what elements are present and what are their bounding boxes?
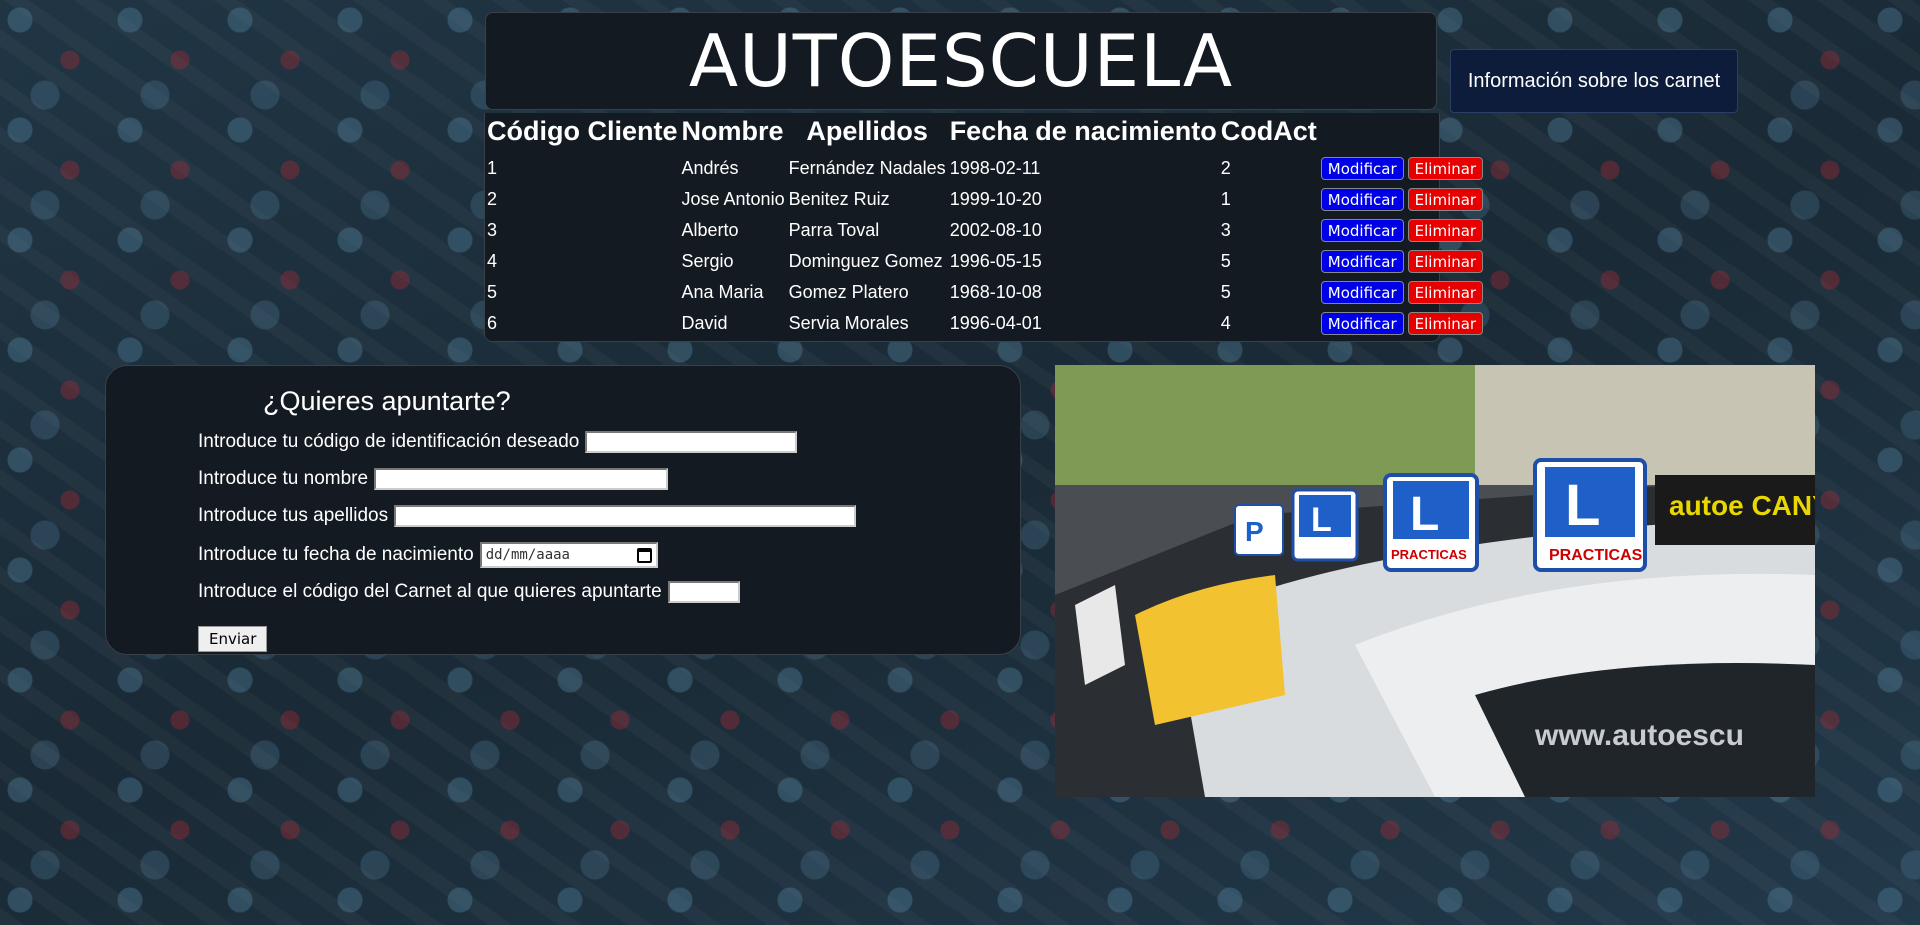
plate-letter-3: L	[1311, 501, 1332, 539]
signup-form-title: ¿Quieres apuntarte?	[263, 386, 511, 416]
cell-codact: 1	[1220, 189, 1231, 209]
column-header-apellidos: Apellidos	[806, 115, 928, 146]
cell-fecha: 1996-04-01	[949, 313, 1042, 333]
column-header-nombre: Nombre	[681, 115, 784, 146]
table-header-row: Código Cliente Nombre Apellidos Fecha de…	[485, 113, 1485, 153]
cell-actions: Modificar Eliminar	[1319, 215, 1485, 246]
cell-actions: Modificar Eliminar	[1319, 246, 1485, 277]
cell-apellidos: Benitez Ruiz	[788, 189, 890, 209]
delete-button[interactable]: Eliminar	[1407, 250, 1484, 273]
cell-codact: 3	[1220, 220, 1231, 240]
cell-fecha: 2002-08-10	[949, 220, 1042, 240]
plate-letter-2: L	[1410, 488, 1439, 541]
column-header-codact: CodAct	[1220, 115, 1317, 146]
modify-button[interactable]: Modificar	[1320, 188, 1404, 211]
submit-button[interactable]: Enviar	[198, 626, 268, 652]
cell-apellidos: Parra Toval	[788, 220, 880, 240]
driving-school-cars-photo: autoe CANYEL L PRACTICAS L PRACTICAS L P…	[1055, 365, 1815, 797]
id-input[interactable]	[585, 431, 798, 453]
cell-codact: 5	[1220, 282, 1231, 302]
cell-nombre: Andrés	[681, 158, 739, 178]
cell-codigo: 5	[487, 282, 498, 302]
cell-nombre: David	[681, 313, 728, 333]
birth-date-placeholder: dd/mm/aaaa	[485, 547, 570, 563]
plate-text-1: PRACTICAS	[1549, 547, 1643, 564]
modify-button[interactable]: Modificar	[1320, 157, 1404, 180]
modify-button[interactable]: Modificar	[1320, 219, 1404, 242]
cell-apellidos: Fernández Nadales	[788, 158, 946, 178]
clients-table-panel: Código Cliente Nombre Apellidos Fecha de…	[484, 113, 1484, 342]
plate-letter-1: L	[1565, 473, 1600, 538]
title-panel: AUTOESCUELA	[485, 12, 1437, 110]
cell-fecha: 1968-10-08	[949, 282, 1042, 302]
delete-button[interactable]: Eliminar	[1407, 312, 1484, 335]
carnet-field-row: Introduce el código del Carnet al que qu…	[198, 581, 740, 603]
column-header-fecha: Fecha de nacimiento	[949, 115, 1217, 146]
plate-text-2: PRACTICAS	[1391, 547, 1467, 562]
table-row: 4 Sergio Dominguez Gomez 1996-05-15 5 Modific…	[485, 246, 1485, 277]
cell-nombre: Jose Antonio	[681, 189, 785, 209]
id-field-row: Introduce tu código de identificación de…	[198, 431, 798, 453]
birth-field-row: Introduce tu fecha de nacimiento dd/mm/a…	[198, 542, 658, 568]
delete-button[interactable]: Eliminar	[1407, 219, 1484, 242]
cell-codigo: 1	[487, 158, 498, 178]
cell-actions: Modificar Eliminar	[1319, 308, 1485, 339]
cell-actions: Modificar Eliminar	[1319, 153, 1485, 184]
modify-button[interactable]: Modificar	[1320, 312, 1404, 335]
table-row: 2 Jose Antonio Benitez Ruiz 1999-10-20 1 Modi…	[485, 184, 1485, 215]
cars-illustration: autoe CANYEL L PRACTICAS L PRACTICAS L P…	[1055, 365, 1815, 797]
name-input[interactable]	[374, 468, 669, 490]
cell-apellidos: Gomez Platero	[788, 282, 909, 302]
cell-apellidos: Servia Morales	[788, 313, 909, 333]
table-row: 5 Ana Maria Gomez Platero 1968-10-08 5 Modifi…	[485, 277, 1485, 308]
carnet-field-label: Introduce el código del Carnet al que qu…	[198, 581, 662, 602]
carnet-input[interactable]	[667, 581, 740, 603]
cell-nombre: Sergio	[681, 251, 734, 271]
cell-codigo: 4	[487, 251, 498, 271]
column-header-codigo: Código Cliente	[487, 115, 678, 146]
cell-codigo: 2	[487, 189, 498, 209]
cell-codact: 5	[1220, 251, 1231, 271]
cell-codigo: 6	[487, 313, 498, 333]
cell-fecha: 1999-10-20	[949, 189, 1042, 209]
plate-letter-4: P	[1245, 516, 1264, 547]
name-field-label: Introduce tu nombre	[198, 468, 369, 489]
table-row: 3 Alberto Parra Toval 2002-08-10 3 Modificar E…	[485, 215, 1485, 246]
signup-form-panel: ¿Quieres apuntarte? Introduce tu código …	[105, 365, 1021, 655]
cell-apellidos: Dominguez Gomez	[788, 251, 943, 271]
carnet-info-button[interactable]: Información sobre los carnet	[1450, 49, 1738, 113]
window-text: www.autoescu	[1534, 719, 1744, 752]
cell-actions: Modificar Eliminar	[1319, 184, 1485, 215]
calendar-icon[interactable]	[636, 547, 652, 563]
name-field-row: Introduce tu nombre	[198, 468, 669, 490]
modify-button[interactable]: Modificar	[1320, 250, 1404, 273]
cell-fecha: 1998-02-11	[949, 158, 1041, 178]
delete-button[interactable]: Eliminar	[1407, 281, 1484, 304]
table-row: 6 David Servia Morales 1996-04-01 4 Modificar…	[485, 308, 1485, 339]
delete-button[interactable]: Eliminar	[1407, 188, 1484, 211]
sign-text: autoe CANYEL	[1669, 490, 1815, 521]
cell-codact: 2	[1220, 158, 1231, 178]
page-title: AUTOESCUELA	[688, 19, 1234, 103]
birth-date-input[interactable]: dd/mm/aaaa	[479, 542, 658, 568]
table-row: 1 Andrés Fernández Nadales 1998-02-11 2 Modif…	[485, 153, 1485, 184]
delete-button[interactable]: Eliminar	[1407, 157, 1484, 180]
cell-codact: 4	[1220, 313, 1231, 333]
cell-fecha: 1996-05-15	[949, 251, 1042, 271]
birth-field-label: Introduce tu fecha de nacimiento	[198, 544, 474, 565]
clients-table: Código Cliente Nombre Apellidos Fecha de…	[485, 113, 1485, 339]
cell-codigo: 3	[487, 220, 498, 240]
cell-nombre: Ana Maria	[681, 282, 764, 302]
cell-actions: Modificar Eliminar	[1319, 277, 1485, 308]
surname-input[interactable]	[394, 505, 857, 527]
id-field-label: Introduce tu código de identificación de…	[198, 431, 580, 452]
surname-field-label: Introduce tus apellidos	[198, 505, 389, 526]
modify-button[interactable]: Modificar	[1320, 281, 1404, 304]
column-header-actions	[1319, 113, 1485, 153]
surname-field-row: Introduce tus apellidos	[198, 505, 857, 527]
cell-nombre: Alberto	[681, 220, 739, 240]
